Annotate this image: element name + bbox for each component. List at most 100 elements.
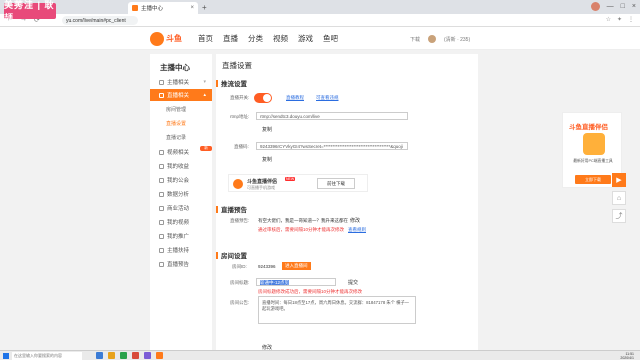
- copy-rtmp-button[interactable]: 复制: [262, 126, 272, 133]
- sidebar-sub-record[interactable]: 直播记录: [166, 134, 186, 141]
- star-icon[interactable]: ☆: [606, 16, 611, 23]
- nav-category[interactable]: 分类: [248, 33, 263, 44]
- tab-anchor-center[interactable]: 主播中心 ×: [128, 2, 198, 14]
- sidebar-item-label: 我的推广: [167, 234, 190, 240]
- nav-game[interactable]: 游戏: [298, 33, 313, 44]
- taskbar-search-input[interactable]: 在这里输入你要搜索的内容: [12, 352, 82, 360]
- sidebar-item-label: 商业活动: [167, 206, 190, 212]
- sidebar-sub-room[interactable]: 房间管理: [166, 106, 186, 113]
- rtmp-label: rtmp地址:: [230, 114, 250, 119]
- sidebar-item-business[interactable]: 商业活动: [150, 202, 212, 214]
- close-window-button[interactable]: ×: [632, 3, 636, 10]
- main-panel: 直播设置 推流设置 直播开关: 直播教程 可查看违规 rtmp地址: rtmp:…: [216, 54, 478, 358]
- sidebar-item-preview[interactable]: 直播预告: [150, 258, 212, 270]
- minimize-button[interactable]: —: [607, 3, 614, 10]
- tab-title: 主播中心: [141, 6, 164, 12]
- companion-title: 斗鱼直播伴侣: [247, 179, 278, 185]
- sidebar-item-label: 主播相关: [167, 80, 190, 86]
- enter-room-button[interactable]: 进入直播间: [282, 262, 311, 270]
- douyu-app-icon[interactable]: [156, 352, 163, 359]
- profile-avatar[interactable]: [590, 2, 600, 11]
- new-tab-button[interactable]: +: [202, 3, 207, 12]
- folder-icon[interactable]: [108, 352, 115, 359]
- companion-subtitle: 可直播手机游戏: [247, 185, 275, 190]
- section-title: 推流设置: [221, 81, 247, 88]
- promo-download-button[interactable]: 立即下载: [575, 175, 611, 184]
- windows-start-icon[interactable]: [3, 353, 9, 359]
- play-icon[interactable]: ▶: [612, 173, 626, 187]
- sidebar-item-my-videos[interactable]: 我的视频: [150, 216, 212, 228]
- app-icon[interactable]: [120, 352, 127, 359]
- user-level[interactable]: (清新 · 235): [444, 36, 470, 43]
- nav-live[interactable]: 直播: [223, 33, 238, 44]
- system-clock: 11:51 2020/4/1: [620, 352, 634, 360]
- address-bar-row: ← → ⟳ yu.com/live/main#pc_client ☆ ✦ ⋮: [0, 14, 640, 27]
- sidebar: 主播中心 主播相关 ▾ 直播相关 ▴ 房间管理 直播设置 直播记录 视频相关 新…: [150, 54, 212, 358]
- browser-icon[interactable]: [132, 352, 139, 359]
- stream-code-field[interactable]: 9243396rCYVkyGI4?wsSecret=**************…: [256, 142, 408, 150]
- section-accent-bar: [216, 251, 218, 259]
- room-title-input[interactable]: 斩通中-12点见: [256, 278, 336, 286]
- rtmp-url-field[interactable]: rtmp://sendtc3.douyu.com/live: [256, 112, 408, 120]
- extension-icon[interactable]: ✦: [617, 16, 622, 23]
- promo-title: 斗鱼直播伴侣: [569, 124, 608, 131]
- sidebar-item-label: 我的收益: [167, 164, 190, 170]
- promo-description: 最新好用PC端直播工具: [573, 159, 613, 163]
- user-avatar[interactable]: [428, 35, 437, 43]
- nav-yuba[interactable]: 鱼吧: [323, 33, 338, 44]
- download-companion-button[interactable]: 前往下载: [317, 178, 355, 189]
- douyu-logo[interactable]: 斗鱼: [150, 30, 182, 47]
- sidebar-item-live[interactable]: 直播相关 ▴: [150, 89, 212, 101]
- companion-tool-card: 斗鱼直播伴侣 NEW 可直播手机游戏 前往下载: [228, 174, 368, 192]
- home-icon[interactable]: ⌂: [612, 191, 626, 205]
- group-icon: [159, 177, 164, 183]
- menu-icon[interactable]: ⋮: [628, 16, 634, 23]
- nav-video[interactable]: 视频: [273, 33, 288, 44]
- section-title: 房间设置: [221, 253, 247, 260]
- live-switch-label: 直播开关:: [230, 95, 250, 100]
- companion-app-icon: [233, 179, 243, 189]
- wallet-icon: [159, 163, 164, 169]
- sidebar-item-support[interactable]: 主播扶持: [150, 244, 212, 256]
- submit-title-button[interactable]: 提交: [348, 279, 358, 286]
- calendar-icon: [159, 261, 164, 267]
- section-live-preview: 直播预告: [216, 204, 247, 214]
- violation-link[interactable]: 可查看违规: [316, 95, 339, 101]
- edit-preview-button[interactable]: 修改: [350, 217, 360, 224]
- url-input[interactable]: yu.com/live/main#pc_client: [62, 16, 138, 25]
- announcement-textarea[interactable]: 直播时间：每日18点至17点，周六周日休息。交流群：81847178 朱个 横子…: [258, 296, 416, 324]
- maximize-button[interactable]: □: [621, 3, 625, 10]
- room-title-selection: 斩通中-12点见: [260, 280, 290, 285]
- sidebar-item-income[interactable]: 我的收益: [150, 160, 212, 172]
- share-icon[interactable]: ⤴: [612, 209, 626, 223]
- fish-logo-icon: [150, 31, 164, 46]
- room-id-value: 9243396: [258, 264, 276, 269]
- watermark-badge: 美莠洼 | 耿颉: [4, 0, 56, 23]
- nav-home[interactable]: 首页: [198, 33, 213, 44]
- video-icon: [159, 149, 164, 155]
- app-icon[interactable]: [144, 352, 151, 359]
- douyu-favicon-icon: [132, 5, 138, 11]
- sidebar-item-anchor[interactable]: 主播相关 ▾: [150, 76, 212, 88]
- user-icon: [159, 79, 164, 85]
- tv-icon: [159, 92, 164, 98]
- download-link[interactable]: 下载: [410, 36, 420, 43]
- copy-code-button[interactable]: 复制: [262, 156, 272, 163]
- megaphone-icon: [159, 233, 164, 239]
- view-rules-link[interactable]: 查看规则: [348, 227, 366, 233]
- top-nav: 首页 直播 分类 视频 游戏 鱼吧: [198, 33, 338, 44]
- sidebar-item-guild[interactable]: 我的公会: [150, 174, 212, 186]
- announcement-label: 房间公告:: [230, 300, 250, 305]
- tab-close-icon[interactable]: ×: [190, 5, 194, 11]
- tutorial-link[interactable]: 直播教程: [286, 95, 304, 101]
- preview-text: 有空大佬们，我是一哥知道一？我升来这都在: [258, 218, 348, 223]
- explorer-icon[interactable]: [96, 352, 103, 359]
- sidebar-item-analytics[interactable]: 数据分析: [150, 188, 212, 200]
- sidebar-item-label: 主播扶持: [167, 248, 190, 254]
- sidebar-item-promotion[interactable]: 我的推广: [150, 230, 212, 242]
- section-accent-bar: [216, 205, 218, 213]
- new-tag-badge: 新: [200, 146, 212, 151]
- sidebar-sub-settings[interactable]: 直播设置: [166, 120, 186, 127]
- browser-tabstrip: 主播中心 × + — □ ×: [0, 0, 640, 14]
- live-switch-toggle[interactable]: [254, 93, 272, 103]
